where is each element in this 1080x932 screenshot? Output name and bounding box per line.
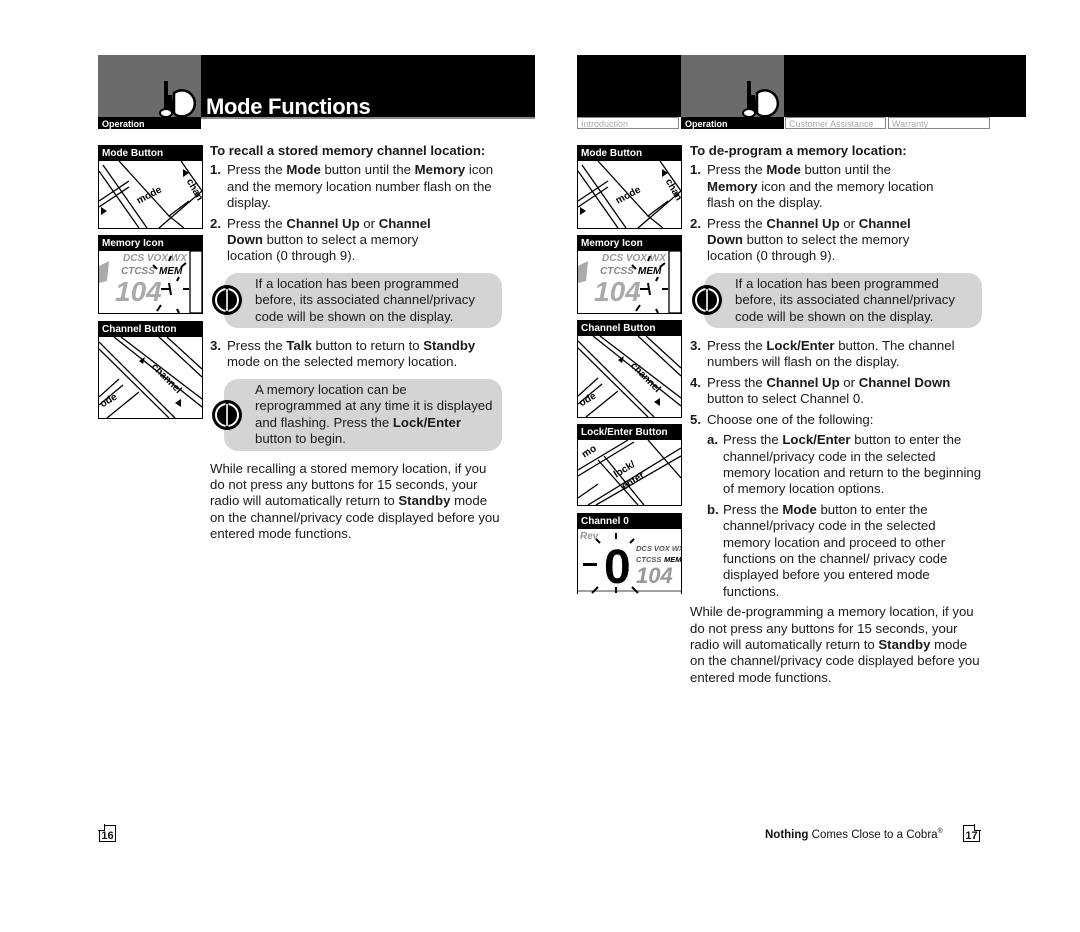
channel-button-illustration: Channel Button channel ode: [577, 320, 682, 418]
step-item: 1. Press the Mode button until the Memor…: [210, 162, 494, 211]
illustration-label: Lock/Enter Button: [578, 425, 681, 440]
memory-icon-display-illustration: Memory Icon DCS VOX WX CTCSS MEM 104: [577, 235, 682, 314]
step-item: 2. Press the Channel Up or Channel Down …: [690, 215, 911, 264]
illustration-label: Memory Icon: [578, 236, 681, 251]
illustration-label: Memory Icon: [99, 236, 202, 251]
info-note-icon: [212, 285, 242, 316]
left-tab-operation[interactable]: Operation: [98, 117, 201, 129]
tab-introduction[interactable]: Introduction: [577, 117, 679, 129]
closing-paragraph: While recalling a stored memory location…: [210, 460, 500, 542]
closing-paragraph: While de-programming a memory location, …: [690, 604, 980, 685]
memory-icon-display-illustration: Memory Icon DCS VOX WX CTCSS MEM 104: [98, 235, 203, 314]
radio-operation-icon: [152, 77, 202, 119]
illustration-label: Channel 0: [578, 514, 681, 529]
svg-text:0: 0: [604, 541, 631, 594]
svg-text:104: 104: [594, 276, 641, 307]
channel-button-illustration: Channel Button channel ode: [98, 321, 203, 419]
page-number-left: 16: [98, 824, 116, 842]
illustration-label: Mode Button: [99, 146, 202, 161]
right-instructions: To de-program a memory location: 1. Pres…: [690, 143, 982, 686]
step-item: 3. Press the Talk button to return to St…: [210, 338, 476, 370]
substep-item: b. Press the Mode button to enter the ch…: [707, 501, 948, 599]
radio-operation-icon: [735, 77, 785, 119]
svg-text:channel: channel: [628, 360, 663, 395]
svg-text:104: 104: [636, 563, 673, 588]
illustration-label: Channel Button: [578, 321, 681, 336]
substep-item: a. Press the Lock/Enter button to enter …: [707, 432, 982, 497]
note-callout: If a location has been programmed before…: [212, 272, 502, 329]
svg-text:mode: mode: [614, 184, 643, 206]
svg-text:mode: mode: [135, 184, 164, 206]
illustration-label: Mode Button: [578, 146, 681, 161]
info-note-icon: [692, 285, 722, 316]
page-number-right: 17: [963, 824, 981, 842]
display-mem: MEM: [159, 266, 183, 277]
lock-enter-button-illustration: Lock/Enter Button lock/ enter mo: [577, 424, 682, 506]
section-heading: To recall a stored memory channel locati…: [210, 143, 486, 158]
svg-text:mo: mo: [580, 443, 599, 460]
tab-customer-assistance[interactable]: Customer Assistance: [785, 117, 886, 129]
page-title: Mode Functions: [206, 94, 371, 119]
note-callout: A memory location can be reprogrammed at…: [212, 378, 502, 451]
svg-text:DCS VOX WX: DCS VOX WX: [602, 253, 667, 264]
display-digits: 104: [115, 276, 162, 307]
step-item: 4. Press the Channel Up or Channel Down …: [690, 374, 951, 407]
step-item: 3. Press the Lock/Enter button. The chan…: [690, 338, 955, 370]
svg-text:channel: channel: [149, 361, 184, 396]
svg-text:MEM: MEM: [638, 266, 662, 277]
step-item: 5. Choose one of the following:: [690, 411, 874, 427]
tab-operation[interactable]: Operation: [681, 117, 784, 129]
channel-zero-display-illustration: Channel 0 Rev DCS VOX WX CTCSS MEM 104 0: [577, 513, 682, 594]
footer-tagline: Nothing Comes Close to a Cobra®: [765, 828, 943, 841]
svg-text:DCS VOX WX: DCS VOX WX: [636, 544, 681, 553]
left-instructions: To recall a stored memory channel locati…: [210, 143, 502, 543]
right-header-bar: [577, 55, 1026, 117]
mode-button-illustration: Mode Button mode chan: [577, 145, 682, 229]
mode-button-illustration: Mode Button mode chan: [98, 145, 203, 229]
illustration-label: Channel Button: [99, 322, 202, 337]
step-item: 1. Press the Mode button until the Memor…: [690, 162, 934, 211]
tab-warranty[interactable]: Warranty: [888, 117, 990, 129]
info-note-icon: [212, 399, 242, 430]
note-callout: If a location has been programmed before…: [692, 272, 982, 329]
section-heading: To de-program a memory location:: [690, 143, 907, 158]
display-codes: DCS VOX WX: [123, 253, 188, 264]
step-item: 2. Press the Channel Up or Channel Down …: [210, 215, 431, 264]
